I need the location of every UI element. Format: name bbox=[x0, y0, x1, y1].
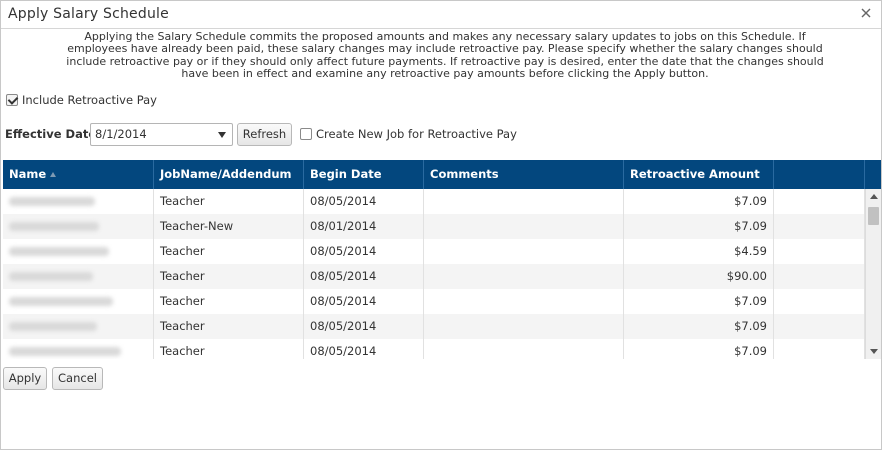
row-spacer-cell bbox=[774, 289, 865, 314]
row-amount-cell: $7.09 bbox=[624, 339, 774, 359]
dialog-titlebar: Apply Salary Schedule bbox=[1, 1, 881, 29]
row-spacer-cell bbox=[774, 214, 865, 239]
intro-text: Applying the Salary Schedule commits the… bbox=[41, 30, 849, 80]
table-row[interactable]: Teacher 08/05/2014 $7.09 bbox=[3, 189, 865, 214]
intro-line: employees have already been paid, these … bbox=[67, 42, 823, 56]
column-header-retro-amount[interactable]: Retroactive Amount bbox=[624, 160, 774, 189]
retro-pay-grid: Name JobName/Addendum Begin Date Comment… bbox=[3, 160, 881, 359]
scrollbar-thumb[interactable] bbox=[868, 207, 879, 225]
row-begin-date-cell: 08/05/2014 bbox=[304, 289, 424, 314]
intro-line: have been in effect and examine any retr… bbox=[181, 66, 709, 80]
redacted-name bbox=[9, 322, 97, 331]
chevron-down-icon bbox=[218, 132, 226, 138]
table-row[interactable]: Teacher 08/05/2014 $7.09 bbox=[3, 339, 865, 359]
row-job-cell: Teacher bbox=[154, 189, 304, 214]
refresh-button[interactable]: Refresh bbox=[237, 123, 292, 146]
create-job-option[interactable]: Create New Job for Retroactive Pay bbox=[300, 127, 517, 141]
scroll-up-arrow-icon[interactable] bbox=[870, 194, 878, 199]
row-job-cell: Teacher bbox=[154, 339, 304, 359]
column-header-name[interactable]: Name bbox=[3, 160, 154, 189]
column-header-job[interactable]: JobName/Addendum bbox=[154, 160, 304, 189]
column-header-label: Name bbox=[9, 167, 47, 181]
redacted-name bbox=[9, 247, 109, 256]
row-comments-cell[interactable] bbox=[424, 214, 624, 239]
effective-date-label: Effective Date: bbox=[5, 127, 101, 141]
row-name-cell bbox=[3, 314, 154, 339]
row-spacer-cell bbox=[774, 314, 865, 339]
effective-date-value: 8/1/2014 bbox=[95, 127, 147, 141]
row-spacer-cell bbox=[774, 189, 865, 214]
row-job-cell: Teacher bbox=[154, 289, 304, 314]
redacted-name bbox=[9, 347, 121, 356]
row-job-cell: Teacher bbox=[154, 239, 304, 264]
row-amount-cell: $7.09 bbox=[624, 314, 774, 339]
table-row[interactable]: Teacher 08/05/2014 $90.00 bbox=[3, 264, 865, 289]
table-row[interactable]: Teacher 08/05/2014 $4.59 bbox=[3, 239, 865, 264]
column-header-label: Begin Date bbox=[310, 167, 382, 181]
row-comments-cell[interactable] bbox=[424, 314, 624, 339]
row-name-cell bbox=[3, 264, 154, 289]
column-header-label: Comments bbox=[430, 167, 499, 181]
row-name-cell bbox=[3, 239, 154, 264]
column-header-label: Retroactive Amount bbox=[630, 167, 760, 181]
row-begin-date-cell: 08/05/2014 bbox=[304, 314, 424, 339]
include-retro-label: Include Retroactive Pay bbox=[22, 93, 157, 107]
row-begin-date-cell: 08/05/2014 bbox=[304, 339, 424, 359]
row-job-cell: Teacher-New bbox=[154, 214, 304, 239]
row-begin-date-cell: 08/05/2014 bbox=[304, 189, 424, 214]
row-amount-cell: $7.09 bbox=[624, 189, 774, 214]
row-comments-cell[interactable] bbox=[424, 339, 624, 359]
row-name-cell bbox=[3, 189, 154, 214]
effective-date-select[interactable]: 8/1/2014 bbox=[90, 123, 233, 146]
row-job-cell: Teacher bbox=[154, 314, 304, 339]
apply-button[interactable]: Apply bbox=[3, 367, 47, 390]
row-job-cell: Teacher bbox=[154, 264, 304, 289]
row-spacer-cell bbox=[774, 264, 865, 289]
redacted-name bbox=[9, 297, 113, 306]
row-amount-cell: $4.59 bbox=[624, 239, 774, 264]
row-comments-cell[interactable] bbox=[424, 264, 624, 289]
table-row[interactable]: Teacher-New 08/01/2014 $7.09 bbox=[3, 214, 865, 239]
include-retro-checkbox[interactable] bbox=[6, 94, 18, 106]
column-header-begin-date[interactable]: Begin Date bbox=[304, 160, 424, 189]
row-begin-date-cell: 08/01/2014 bbox=[304, 214, 424, 239]
cancel-button[interactable]: Cancel bbox=[52, 367, 103, 390]
close-icon[interactable] bbox=[859, 6, 873, 20]
create-job-label: Create New Job for Retroactive Pay bbox=[316, 127, 517, 141]
row-comments-cell[interactable] bbox=[424, 289, 624, 314]
table-row[interactable]: Teacher 08/05/2014 $7.09 bbox=[3, 314, 865, 339]
create-job-checkbox[interactable] bbox=[300, 128, 312, 140]
redacted-name bbox=[9, 272, 93, 281]
column-header-spacer bbox=[774, 160, 865, 189]
column-header-comments[interactable]: Comments bbox=[424, 160, 624, 189]
table-row[interactable]: Teacher 08/05/2014 $7.09 bbox=[3, 289, 865, 314]
row-spacer-cell bbox=[774, 339, 865, 359]
redacted-name bbox=[9, 197, 95, 206]
row-amount-cell: $90.00 bbox=[624, 264, 774, 289]
apply-salary-schedule-dialog: Apply Salary Schedule Applying the Salar… bbox=[0, 0, 882, 450]
scroll-down-arrow-icon[interactable] bbox=[870, 349, 878, 354]
row-name-cell bbox=[3, 339, 154, 359]
row-begin-date-cell: 08/05/2014 bbox=[304, 239, 424, 264]
grid-header: Name JobName/Addendum Begin Date Comment… bbox=[3, 160, 881, 189]
row-comments-cell[interactable] bbox=[424, 189, 624, 214]
sort-ascending-icon bbox=[50, 172, 57, 177]
row-amount-cell: $7.09 bbox=[624, 289, 774, 314]
grid-body: Teacher 08/05/2014 $7.09 Teacher-New 08/… bbox=[3, 189, 865, 359]
row-begin-date-cell: 08/05/2014 bbox=[304, 264, 424, 289]
grid-scrollbar[interactable] bbox=[865, 189, 881, 359]
redacted-name bbox=[9, 222, 99, 231]
column-header-label: JobName/Addendum bbox=[160, 167, 292, 181]
row-amount-cell: $7.09 bbox=[624, 214, 774, 239]
row-name-cell bbox=[3, 289, 154, 314]
include-retro-option[interactable]: Include Retroactive Pay bbox=[6, 93, 157, 107]
row-spacer-cell bbox=[774, 239, 865, 264]
row-name-cell bbox=[3, 214, 154, 239]
row-comments-cell[interactable] bbox=[424, 239, 624, 264]
dialog-title: Apply Salary Schedule bbox=[8, 6, 169, 22]
